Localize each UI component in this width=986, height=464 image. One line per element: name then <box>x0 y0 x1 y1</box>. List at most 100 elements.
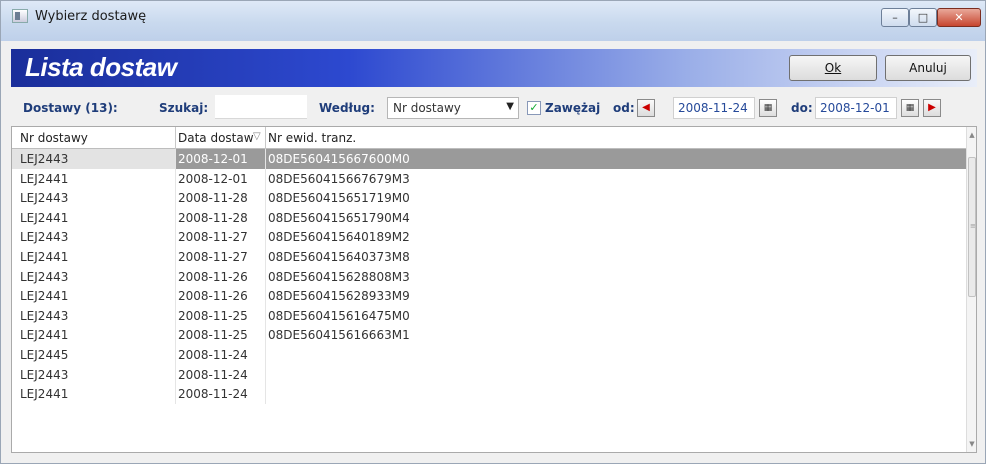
cell-divider <box>175 207 176 228</box>
narrow-label: Zawężaj <box>545 101 601 115</box>
cell-nr-ewid: 08DE560415640189M2 <box>268 230 410 245</box>
cancel-button-label: Anuluj <box>909 61 947 75</box>
cell-nr-ewid: 08DE560415628808M3 <box>268 269 410 284</box>
cell-divider <box>265 149 266 169</box>
cell-divider <box>175 344 176 365</box>
cell-nr-dostawy: LEJ2441 <box>20 249 69 264</box>
app-icon <box>12 9 28 23</box>
grip-icon: ≡ <box>970 222 976 230</box>
table-row[interactable]: LEJ2443 2008-11-27 08DE560415640189M2 <box>12 227 968 247</box>
cell-divider <box>265 207 266 228</box>
table-row[interactable]: LEJ2441 2008-12-01 08DE560415667679M3 <box>12 168 968 189</box>
cell-divider <box>265 246 266 267</box>
cell-divider <box>175 266 176 287</box>
cell-data-dostawy: 2008-11-25 <box>178 328 248 343</box>
cell-divider <box>265 364 266 385</box>
cell-nr-ewid: 08DE560415616475M0 <box>268 308 410 323</box>
cell-divider <box>265 325 266 345</box>
from-calendar-button[interactable]: ▦ <box>759 99 777 117</box>
close-icon: ✕ <box>954 11 964 24</box>
minimize-icon: – <box>892 11 898 24</box>
column-header-data[interactable]: Data dostaw <box>178 131 254 145</box>
cell-divider <box>175 305 176 326</box>
table-row[interactable]: LEJ2443 2008-11-28 08DE560415651719M0 <box>12 188 968 208</box>
table-row[interactable]: LEJ2441 2008-11-27 08DE560415640373M8 <box>12 246 968 267</box>
cell-nr-ewid: 08DE560415667679M3 <box>268 171 410 186</box>
cell-nr-dostawy: LEJ2441 <box>20 387 69 402</box>
cell-data-dostawy: 2008-11-27 <box>178 249 248 264</box>
sort-by-label: Według: <box>319 101 375 115</box>
table-row[interactable]: LEJ2441 2008-11-24 <box>12 384 968 404</box>
to-date-field[interactable]: 2008-12-01 <box>815 97 897 119</box>
cell-nr-ewid: 08DE560415616663M1 <box>268 328 410 343</box>
next-date-button[interactable]: ▶ <box>923 99 941 117</box>
table-row[interactable]: LEJ2441 2008-11-25 08DE560415616663M1 <box>12 325 968 345</box>
search-label: Szukaj: <box>159 101 209 115</box>
table-header: Nr dostawy Data dostaw ▽ Nr ewid. tranz. <box>12 127 968 149</box>
scroll-down-icon[interactable]: ▼ <box>967 438 976 450</box>
cell-divider <box>175 364 176 385</box>
cell-divider <box>175 325 176 345</box>
prev-date-button[interactable]: ◀ <box>637 99 655 117</box>
cell-data-dostawy: 2008-11-25 <box>178 308 248 323</box>
vertical-scrollbar[interactable]: ▲ ≡ ▼ <box>966 127 976 452</box>
cell-data-dostawy: 2008-11-26 <box>178 289 248 304</box>
window-title: Wybierz dostawę <box>35 9 147 24</box>
cell-data-dostawy: 2008-11-27 <box>178 230 248 245</box>
table-row[interactable]: LEJ2443 2008-11-26 08DE560415628808M3 <box>12 266 968 287</box>
table-row[interactable]: LEJ2441 2008-11-26 08DE560415628933M9 <box>12 286 968 306</box>
cancel-button[interactable]: Anuluj <box>885 55 971 81</box>
cell-data-dostawy: 2008-11-24 <box>178 367 248 382</box>
cell-divider <box>175 227 176 247</box>
cell-data-dostawy: 2008-12-01 <box>178 152 248 166</box>
table-row[interactable]: LEJ2443 2008-11-25 08DE560415616475M0 <box>12 305 968 326</box>
cell-divider <box>265 227 266 247</box>
scroll-up-icon[interactable]: ▲ <box>967 129 976 141</box>
narrow-checkbox[interactable]: ✓ <box>527 101 541 115</box>
cell-nr-ewid: 08DE560415651719M0 <box>268 191 410 206</box>
cell-divider <box>265 266 266 287</box>
column-divider[interactable] <box>265 127 266 149</box>
cell-divider <box>175 188 176 208</box>
maximize-button[interactable]: □ <box>909 8 937 27</box>
cell-divider <box>175 168 176 189</box>
from-label: od: <box>613 101 635 115</box>
title-bar[interactable]: Wybierz dostawę – □ ✕ <box>1 1 985 41</box>
page-title: Lista dostaw <box>25 52 177 82</box>
cell-divider <box>265 286 266 306</box>
table-row[interactable]: LEJ2441 2008-11-28 08DE560415651790M4 <box>12 207 968 228</box>
column-header-nr-dostawy[interactable]: Nr dostawy <box>20 131 88 145</box>
cell-divider <box>175 286 176 306</box>
cell-nr-dostawy: LEJ2443 <box>20 230 69 245</box>
minimize-button[interactable]: – <box>881 8 909 27</box>
cell-nr-ewid: 08DE560415651790M4 <box>268 210 410 225</box>
table-row[interactable]: LEJ2445 2008-11-24 <box>12 344 968 365</box>
column-divider[interactable] <box>175 127 176 149</box>
cell-nr-ewid: 08DE560415628933M9 <box>268 289 410 304</box>
ok-button-label: Ok <box>824 61 842 75</box>
search-input[interactable] <box>215 95 307 119</box>
from-date-field[interactable]: 2008-11-24 <box>673 97 755 119</box>
column-header-nr-ewid[interactable]: Nr ewid. tranz. <box>268 131 356 145</box>
close-button[interactable]: ✕ <box>937 8 981 27</box>
sort-by-select[interactable]: Nr dostawy ▼ <box>387 97 519 119</box>
ok-button[interactable]: Ok <box>789 55 877 81</box>
cell-divider <box>175 149 176 169</box>
cell-data-dostawy: 2008-11-28 <box>178 191 248 206</box>
cell-nr-dostawy: LEJ2443 <box>20 367 69 382</box>
cell-nr-dostawy: LEJ2445 <box>20 347 69 362</box>
to-calendar-button[interactable]: ▦ <box>901 99 919 117</box>
cell-nr-ewid: 08DE560415667600M0 <box>268 152 410 166</box>
cell-divider <box>265 305 266 326</box>
cell-divider <box>175 246 176 267</box>
scroll-thumb[interactable]: ≡ <box>968 157 976 297</box>
to-label: do: <box>791 101 813 115</box>
cell-divider <box>265 168 266 189</box>
deliveries-table[interactable]: Nr dostawy Data dostaw ▽ Nr ewid. tranz.… <box>11 126 977 453</box>
table-row[interactable]: LEJ2443 2008-11-24 <box>12 364 968 385</box>
chevron-down-icon: ▼ <box>506 101 514 112</box>
cell-nr-dostawy: LEJ2441 <box>20 328 69 343</box>
table-row[interactable]: LEJ2443 2008-12-01 08DE560415667600M0 <box>12 149 968 169</box>
count-label: Dostawy (13): <box>23 101 118 115</box>
arrow-left-icon: ◀ <box>642 102 650 113</box>
